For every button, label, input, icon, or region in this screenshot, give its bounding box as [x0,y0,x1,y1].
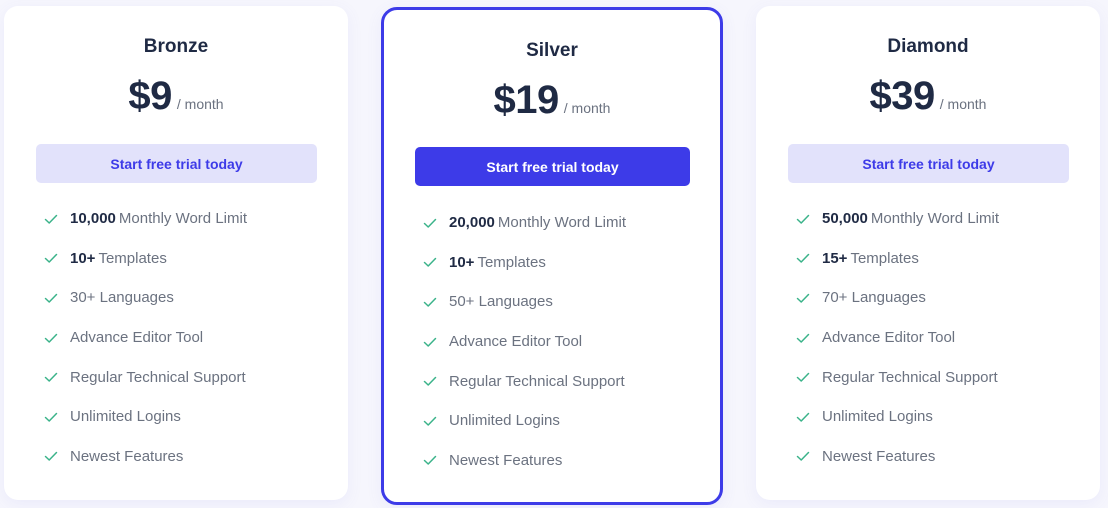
feature-item: 50+ Languages [423,282,626,322]
feature-item: Regular Technical Support [796,357,999,397]
check-icon [423,416,437,426]
start-trial-button[interactable]: Start free trial today [415,147,690,186]
feature-list: 10,000 Monthly Word Limit 10+ Templates 30+ … [44,199,247,476]
feature-label: Advance Editor Tool [70,329,204,347]
feature-value: 10+ [70,249,96,267]
plan-price: $9 [128,74,172,118]
feature-value: 15+ [822,249,848,267]
feature-item: Unlimited Logins [44,397,247,437]
check-icon [423,218,437,228]
check-icon [796,293,810,303]
feature-label: Templates [850,249,919,267]
feature-value: 10,000 [70,210,116,228]
check-icon [796,333,810,343]
plan-period: / month [939,96,987,112]
check-icon [44,333,58,343]
feature-value: 50,000 [822,210,868,228]
feature-label: Unlimited Logins [70,408,181,426]
feature-item: Newest Features [796,437,999,477]
check-icon [796,372,810,382]
feature-item: Unlimited Logins [796,397,999,437]
feature-label: Unlimited Logins [449,412,560,430]
feature-label: Monthly Word Limit [497,214,626,232]
feature-label: Monthly Word Limit [870,210,999,228]
feature-label: Newest Features [822,447,936,465]
feature-item: Advance Editor Tool [796,318,999,358]
pricing-card-bronze: Bronze $9/ month Start free trial today … [4,6,348,500]
feature-label: Advance Editor Tool [822,329,956,347]
feature-item: 10+ Templates [423,243,626,283]
pricing-card-diamond: Diamond $39/ month Start free trial toda… [756,6,1100,500]
feature-item: Regular Technical Support [423,361,626,401]
feature-item: Unlimited Logins [423,401,626,441]
feature-label: Newest Features [70,447,184,465]
check-icon [796,254,810,264]
check-icon [44,254,58,264]
feature-label: Regular Technical Support [70,368,246,386]
feature-item: 10+ Templates [44,239,247,279]
check-icon [423,258,437,268]
feature-item: 30+ Languages [44,278,247,318]
price-row: $39/ month [756,74,1100,119]
feature-label: Regular Technical Support [822,368,998,386]
check-icon [44,214,58,224]
feature-item: 70+ Languages [796,278,999,318]
feature-item: Newest Features [423,441,626,481]
feature-list: 20,000 Monthly Word Limit 10+ Templates 50+ … [423,203,626,480]
feature-item: Advance Editor Tool [44,318,247,358]
plan-name: Diamond [887,36,969,57]
feature-item: 20,000 Monthly Word Limit [423,203,626,243]
feature-label: Newest Features [449,451,563,469]
start-trial-button[interactable]: Start free trial today [36,144,317,183]
feature-value: 20,000 [449,214,495,232]
feature-item: 50,000 Monthly Word Limit [796,199,999,239]
check-icon [423,456,437,466]
plan-name: Silver [526,40,578,61]
check-icon [796,412,810,422]
feature-label: Monthly Word Limit [118,210,247,228]
plan-price: $39 [869,74,936,118]
plan-name: Bronze [143,36,209,57]
feature-item: Newest Features [44,437,247,477]
feature-item: 10,000 Monthly Word Limit [44,199,247,239]
price-row: $19/ month [384,78,720,123]
feature-value: 10+ [449,253,475,271]
feature-label: Templates [98,249,167,267]
price-row: $9/ month [4,74,348,119]
feature-label: 50+ Languages [449,293,553,311]
start-trial-button[interactable]: Start free trial today [788,144,1069,183]
feature-label: Unlimited Logins [822,408,933,426]
check-icon [44,452,58,462]
check-icon [423,337,437,347]
feature-item: Regular Technical Support [44,357,247,397]
feature-list: 50,000 Monthly Word Limit 15+ Templates 70+ … [796,199,999,476]
check-icon [423,376,437,386]
feature-label: Templates [477,253,546,271]
feature-label: Advance Editor Tool [449,333,583,351]
feature-label: 70+ Languages [822,289,926,307]
pricing-card-silver: Silver $19/ month Start free trial today… [381,7,723,505]
check-icon [423,297,437,307]
feature-label: Regular Technical Support [449,372,625,390]
feature-label: 30+ Languages [70,289,174,307]
check-icon [44,412,58,422]
check-icon [796,452,810,462]
plan-price: $19 [493,78,560,122]
check-icon [44,372,58,382]
check-icon [796,214,810,224]
feature-item: Advance Editor Tool [423,322,626,362]
check-icon [44,293,58,303]
plan-period: / month [176,96,224,112]
feature-item: 15+ Templates [796,239,999,279]
plan-period: / month [563,100,611,116]
